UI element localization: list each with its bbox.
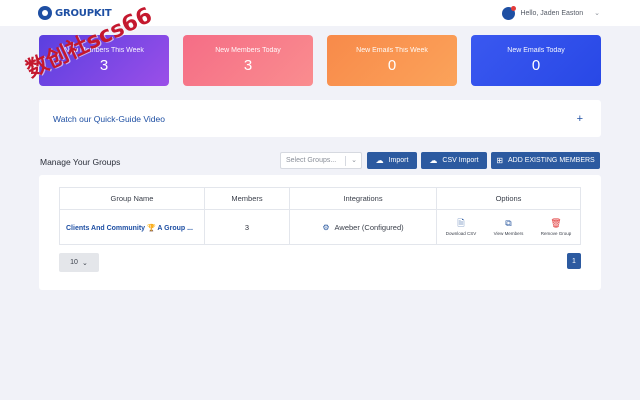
chevron-down-icon[interactable]: ⌄ <box>351 156 357 164</box>
stat-label: New Members This Week <box>64 47 144 54</box>
table-header-row: Group Name Members Integrations Options <box>60 188 580 210</box>
stat-value: 3 <box>99 57 109 74</box>
download-csv-button[interactable]: 🗎 Download CSV <box>445 218 477 237</box>
groups-table-card: Group Name Members Integrations Options … <box>39 175 601 290</box>
trash-icon: 🗑 <box>550 218 562 228</box>
csv-import-label: CSV Import <box>442 157 479 164</box>
per-page-value: 10 <box>70 259 78 266</box>
stat-label: New Emails This Week <box>356 47 428 54</box>
view-members-button[interactable]: ⧉ View Members <box>493 218 524 237</box>
add-existing-label: ADD EXISTING MEMBERS <box>507 157 595 164</box>
download-csv-label: Download CSV <box>445 231 477 236</box>
stat-value: 3 <box>243 57 253 74</box>
groupkit-logo-icon <box>38 6 52 20</box>
members-count: 3 <box>205 210 290 245</box>
stat-card-new-members-week: New Members This Week 3 <box>39 35 169 86</box>
table-row: Clients And Community 🏆 A Group ... 3 ⚙ … <box>60 210 580 245</box>
group-name-link[interactable]: Clients And Community 🏆 A Group ... <box>60 210 205 245</box>
select-groups-dropdown[interactable]: Select Groups... ⌄ <box>280 152 362 169</box>
stat-label: New Emails Today <box>507 47 565 54</box>
stat-card-new-emails-today: New Emails Today 0 <box>471 35 601 86</box>
cloud-upload-icon: ☁ <box>375 156 384 165</box>
chevron-down-icon: ⌄ <box>81 259 88 267</box>
quick-guide-panel[interactable]: Watch our Quick-Guide Video + <box>39 100 601 137</box>
stats-row: New Members This Week 3 New Members Toda… <box>39 35 601 86</box>
select-divider <box>345 156 346 166</box>
guide-title[interactable]: Watch our Quick-Guide Video <box>53 114 165 124</box>
stat-card-new-members-today: New Members Today 3 <box>183 35 313 86</box>
section-title: Manage Your Groups <box>40 157 121 167</box>
header-integrations: Integrations <box>290 188 437 209</box>
integration-cell: ⚙ Aweber (Configured) <box>290 210 437 245</box>
stat-label: New Members Today <box>215 47 281 54</box>
stat-card-new-emails-week: New Emails This Week 0 <box>327 35 457 86</box>
header-options: Options <box>495 194 522 203</box>
page-button[interactable]: 1 <box>567 253 581 269</box>
select-placeholder: Select Groups... <box>286 157 337 164</box>
view-members-label: View Members <box>493 231 524 236</box>
brand[interactable]: GROUPKIT <box>38 6 112 20</box>
options-cell: 🗎 Download CSV ⧉ View Members 🗑 Remove G… <box>437 210 580 245</box>
brand-name: GROUPKIT <box>55 7 112 19</box>
external-link-icon: ⧉ <box>505 218 512 228</box>
remove-group-label: Remove Group <box>540 231 572 236</box>
groups-table: Group Name Members Integrations Options … <box>59 187 581 245</box>
plus-icon[interactable]: + <box>577 113 583 125</box>
user-menu[interactable]: Hello, Jaden Easton ⌄ <box>502 5 600 20</box>
gear-icon: ⚙ <box>322 223 330 232</box>
import-button[interactable]: ☁ Import <box>367 152 417 169</box>
remove-group-button[interactable]: 🗑 Remove Group <box>540 218 572 237</box>
csv-import-button[interactable]: ☁ CSV Import <box>421 152 487 169</box>
user-greeting: Hello, Jaden Easton <box>520 9 584 17</box>
stat-value: 0 <box>531 57 541 74</box>
plus-square-icon: ⊞ <box>496 156 503 165</box>
per-page-select[interactable]: 10 ⌄ <box>59 253 99 272</box>
stat-value: 0 <box>387 57 397 74</box>
header-group-name: Group Name <box>60 188 205 209</box>
import-label: Import <box>388 157 409 164</box>
chevron-down-icon[interactable]: ⌄ <box>594 9 600 17</box>
integration-status: Aweber (Configured) <box>334 223 404 232</box>
add-existing-members-button[interactable]: ⊞ ADD EXISTING MEMBERS <box>491 152 600 169</box>
top-header: GROUPKIT Hello, Jaden Easton ⌄ <box>0 0 640 26</box>
header-members: Members <box>205 188 290 209</box>
avatar[interactable] <box>502 5 517 20</box>
cloud-upload-icon: ☁ <box>429 156 438 165</box>
file-csv-icon: 🗎 <box>457 218 465 228</box>
